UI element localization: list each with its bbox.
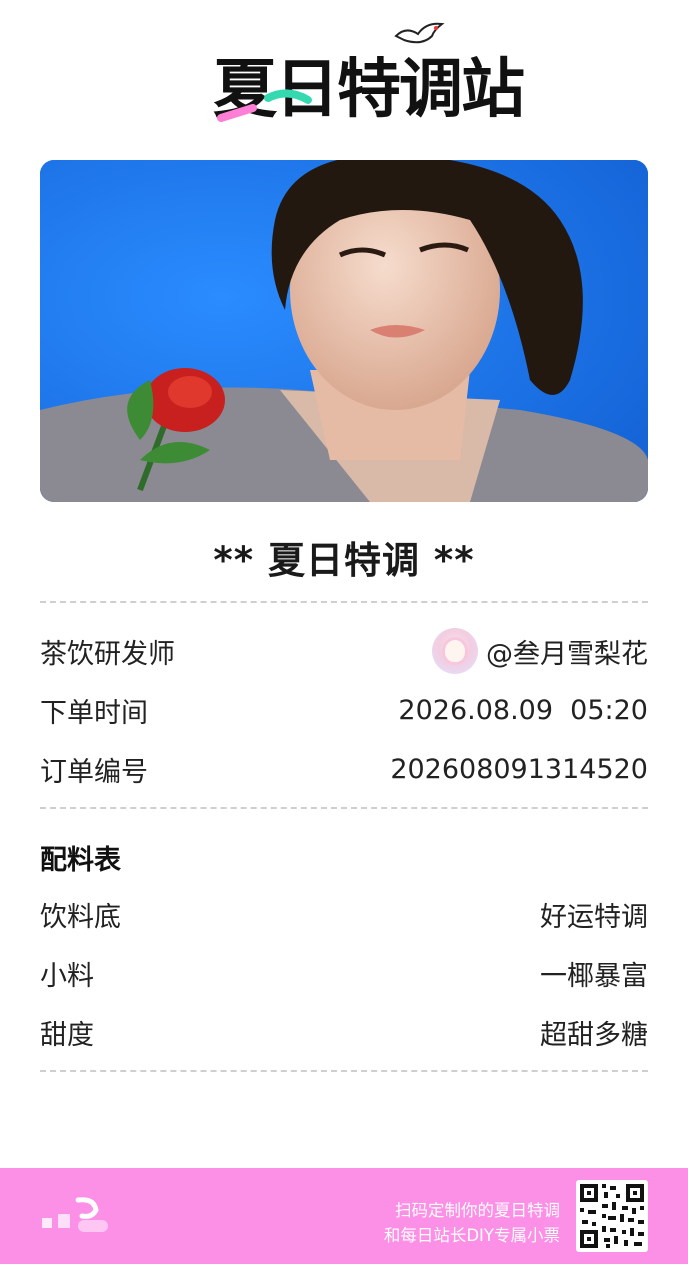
row-label: 订单编号 [40,756,148,788]
row-label: 甜度 [40,1019,94,1051]
qr-code[interactable] [576,1180,648,1252]
bird-icon [394,22,445,44]
avatar [432,628,478,674]
row-label: 茶饮研发师 [40,638,175,670]
divider [40,1070,648,1072]
row-value: 一椰暴富 [540,960,648,992]
row-value: 超甜多糖 [540,1019,648,1051]
row-value: 202608091314520 [390,753,648,785]
divider [40,807,648,809]
ingredient-row-base: 饮料底 好运特调 [40,894,648,934]
qr-code-icon [580,1184,644,1248]
receipt-title: ** 夏日特调 ** [213,539,475,582]
divider [40,601,648,603]
app-logo: 夏日特调站 [0,14,688,127]
ingredients-title: 配料表 [40,845,121,876]
footer-text: 扫码定制你的夏日特调 和每日站长DIY专属小票 [384,1198,560,1248]
row-value: 2026.08.09 05:20 [398,694,648,726]
row-label: 小料 [40,960,94,992]
row-label: 饮料底 [40,901,121,933]
ingredient-row-sweetness: 甜度 超甜多糖 [40,1012,648,1052]
logo-decoration [217,89,312,122]
row-label: 下单时间 [40,697,148,729]
row-value: @叁月雪梨花 [486,638,648,670]
footer-logo-icon [42,1197,108,1232]
info-row-order-time: 下单时间 2026.08.09 05:20 [40,690,648,730]
ingredient-row-topping: 小料 一椰暴富 [40,953,648,993]
portrait-photo [40,160,648,502]
row-value: 好运特调 [540,901,648,933]
footer-line-2: 和每日站长DIY专属小票 [383,1226,560,1245]
info-row-order-number: 订单编号 202608091314520 [40,749,648,789]
footer-line-1: 扫码定制你的夏日特调 [395,1201,560,1220]
footer-banner: 扫码定制你的夏日特调 和每日站长DIY专属小票 [0,1168,688,1264]
info-row-developer: 茶饮研发师 @叁月雪梨花 [40,628,648,674]
